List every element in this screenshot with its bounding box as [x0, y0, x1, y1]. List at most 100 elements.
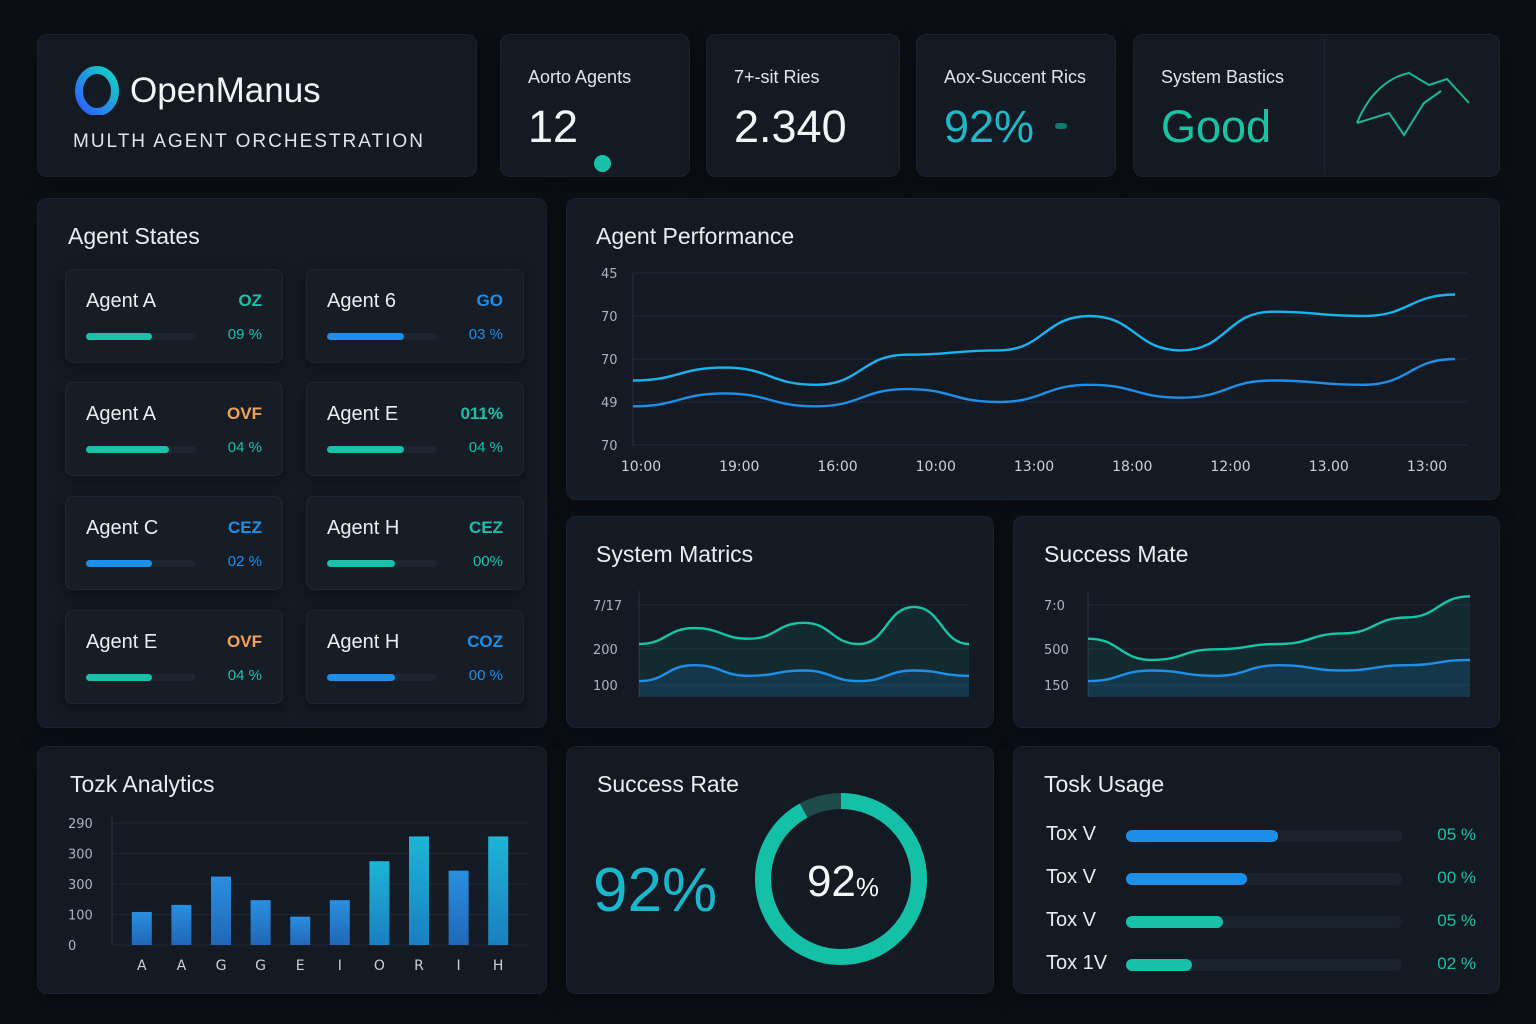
- agent-status-code: OZ: [238, 291, 262, 310]
- y-tick-label: 100: [68, 909, 93, 924]
- success-rate-value: 92%: [593, 856, 718, 925]
- usage-bar: [1126, 916, 1402, 928]
- agent-progress-fill: [327, 446, 404, 453]
- x-tick-label: G: [255, 958, 266, 974]
- divider: [1324, 39, 1325, 174]
- stat-value: Good: [1161, 101, 1272, 152]
- openmanus-logo-icon: [75, 66, 119, 115]
- y-tick-label: 45: [601, 267, 618, 282]
- usage-bar: [1126, 959, 1402, 971]
- usage-percent: 05 %: [1437, 911, 1476, 930]
- bar[interactable]: [409, 836, 429, 945]
- agent-card[interactable]: Agent C CEZ 02 %: [65, 496, 283, 590]
- x-tick-label: 18:00: [1112, 459, 1152, 475]
- agent-percent: 00 %: [468, 667, 503, 684]
- bar[interactable]: [329, 900, 350, 945]
- y-tick-label: 100: [593, 679, 618, 694]
- bar[interactable]: [171, 904, 192, 945]
- agent-progress-bar: [86, 674, 196, 681]
- agent-card[interactable]: Agent H COZ 00 %: [306, 610, 524, 704]
- success-mate-panel: Success Mate 7:0 500 150: [1013, 516, 1500, 728]
- x-tick-label: I: [457, 958, 461, 974]
- agent-card[interactable]: Agent H CEZ 00%: [306, 496, 524, 590]
- agent-name: Agent H: [327, 631, 400, 653]
- agent-progress-fill: [86, 446, 169, 453]
- agent-name: Agent H: [327, 517, 400, 539]
- agent-progress-fill: [327, 674, 396, 681]
- agent-status-code: OVF: [227, 632, 262, 651]
- usage-bar-fill: [1126, 959, 1193, 971]
- stat-label: 7+-sit Ries: [734, 67, 820, 87]
- trend-dot-icon: [1055, 123, 1067, 129]
- agent-card[interactable]: Agent E OVF 04 %: [65, 610, 283, 704]
- stat-card-active-agents[interactable]: Aorto Agents 12: [500, 34, 690, 177]
- bar[interactable]: [448, 870, 469, 945]
- x-tick-label: I: [338, 958, 342, 974]
- task-usage-panel: Tosk Usage Tox V 05 % Tox V 00 % Tox V 05 % To…: [1013, 746, 1500, 994]
- usage-row[interactable]: Tox V 05 %: [1046, 909, 1476, 933]
- brand-subtitle: MULTH AGENT ORCHESTRATION: [73, 131, 425, 152]
- x-tick-label: 12:00: [1210, 459, 1250, 475]
- stat-card-requests[interactable]: 7+-sit Ries 2.340: [706, 34, 900, 177]
- agent-percent: 09 %: [227, 326, 262, 343]
- x-tick-label: H: [493, 958, 504, 974]
- agent-progress-bar: [327, 446, 437, 453]
- agent-status-code: CEZ: [228, 518, 262, 537]
- agent-percent: 02 %: [227, 553, 262, 570]
- bar[interactable]: [488, 836, 509, 945]
- x-tick-label: A: [137, 958, 147, 974]
- series-line[interactable]: [632, 293, 1456, 387]
- x-tick-label: 10:00: [916, 459, 956, 475]
- stat-label: System Bastics: [1161, 67, 1285, 87]
- usage-label: Tox V: [1046, 866, 1097, 888]
- bar[interactable]: [369, 861, 390, 945]
- performance-line-chart[interactable]: 457070497010:00 19:00 16:00 10:00 13:00 18:00…: [567, 199, 1501, 501]
- y-tick-label: 0: [68, 939, 76, 954]
- bar[interactable]: [290, 916, 311, 945]
- system-metrics-area-chart[interactable]: 7/17 200 100: [567, 517, 995, 729]
- bar[interactable]: [211, 876, 231, 945]
- agent-name: Agent A: [86, 290, 157, 312]
- task-analytics-bar-chart[interactable]: 290 300 300 100 0 A A G G E I O R I H: [38, 747, 548, 995]
- agent-name: Agent E: [86, 631, 158, 653]
- usage-percent: 00 %: [1437, 868, 1476, 887]
- agent-status-code: CEZ: [469, 518, 503, 537]
- system-metrics-panel: System Matrics 7/17 200 100: [566, 516, 994, 728]
- agent-status-code: 011%: [460, 404, 503, 423]
- agent-progress-bar: [327, 560, 437, 567]
- stat-card-success[interactable]: Aox-Succent Rics 92%: [916, 34, 1116, 177]
- y-tick-label: 300: [68, 848, 93, 863]
- y-tick-label: 150: [1044, 679, 1069, 694]
- agent-card[interactable]: Agent A OZ 09 %: [65, 269, 283, 363]
- task-analytics-panel: Tozk Analytics 290 300 300 100 0 A A G G E I O R I H: [37, 746, 547, 994]
- x-tick-label: 10:00: [621, 459, 661, 475]
- stat-card-system-health[interactable]: System Bastics Good: [1133, 34, 1500, 177]
- series-line[interactable]: [632, 357, 1456, 408]
- agent-card[interactable]: Agent A OVF 04 %: [65, 382, 283, 476]
- usage-row[interactable]: Tox V 00 %: [1046, 866, 1476, 890]
- agent-percent: 00%: [472, 553, 503, 570]
- agent-name: Agent 6: [327, 290, 396, 312]
- y-tick-label: 70: [601, 439, 618, 454]
- agent-progress-bar: [86, 560, 196, 567]
- agent-performance-panel: Agent Performance 45 70 70 49 70 10:00 19:00 16…: [566, 198, 1500, 500]
- y-tick-label: 290: [68, 817, 93, 832]
- agent-percent: 04 %: [227, 439, 262, 456]
- usage-row[interactable]: Tox 1V 02 %: [1046, 952, 1476, 976]
- usage-label: Tox V: [1046, 909, 1097, 931]
- agent-progress-fill: [86, 333, 152, 340]
- usage-row[interactable]: Tox V 05 %: [1046, 823, 1476, 847]
- agent-card[interactable]: Agent 6 GO 03 %: [306, 269, 524, 363]
- bar[interactable]: [250, 900, 271, 945]
- x-tick-label: E: [296, 958, 305, 974]
- bar[interactable]: [131, 911, 152, 945]
- donut-center-label: 92%: [805, 857, 881, 907]
- agent-status-code: GO: [476, 291, 503, 310]
- usage-bar-fill: [1126, 916, 1223, 928]
- usage-bar: [1126, 830, 1402, 842]
- agent-card[interactable]: Agent E 011% 04 %: [306, 382, 524, 476]
- y-tick-label: 300: [68, 878, 93, 893]
- agent-name: Agent E: [327, 403, 399, 425]
- success-mate-area-chart[interactable]: 7:0 500 150: [1014, 517, 1501, 729]
- agent-progress-fill: [86, 674, 152, 681]
